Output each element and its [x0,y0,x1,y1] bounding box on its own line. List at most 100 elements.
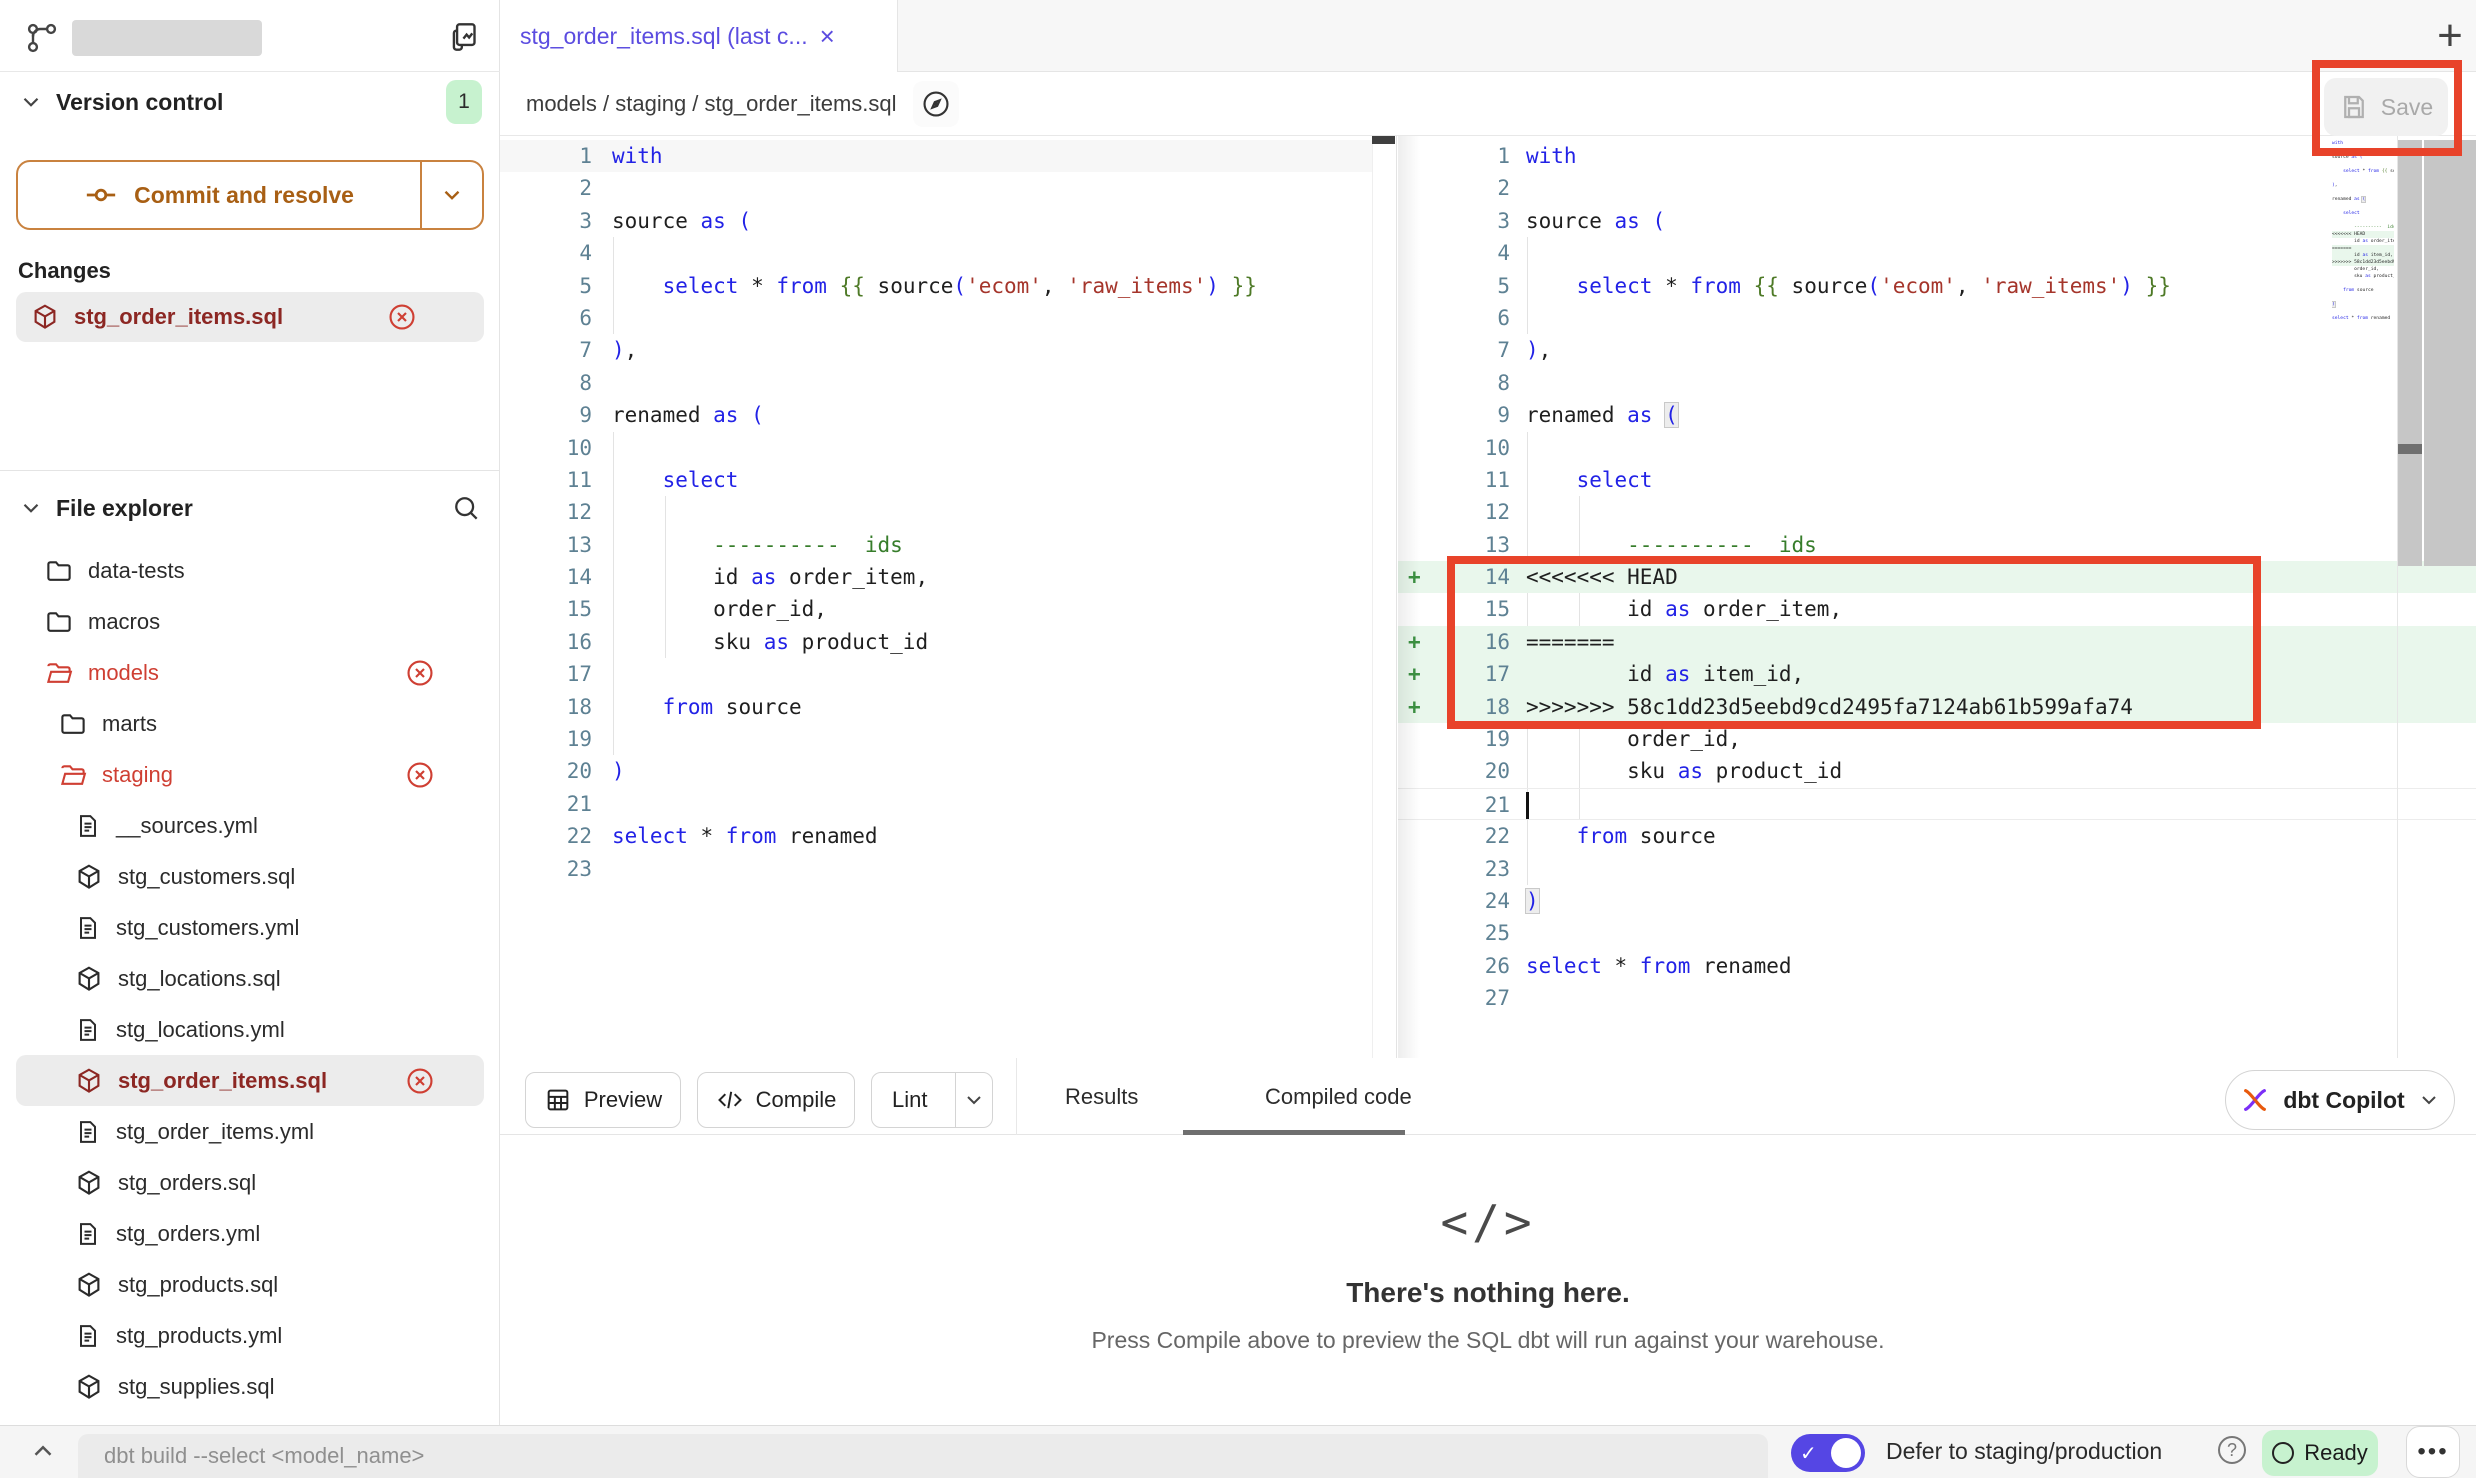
code-line-7: 7), [1398,334,2476,366]
code-line-2: 2 [500,172,1396,204]
file-explorer-title: File explorer [56,495,193,522]
help-icon[interactable]: ? [2218,1436,2246,1464]
command-placeholder: dbt build --select <model_name> [104,1443,424,1469]
lineage-compass-icon[interactable] [913,81,959,127]
file-tree-item-stg-orders-yml[interactable]: stg_orders.yml [16,1208,484,1259]
changed-file-item[interactable]: stg_order_items.sql [16,292,484,342]
window-scrollbar[interactable] [2424,140,2476,566]
tab-stg-order-items[interactable]: stg_order_items.sql (last c... × [500,0,898,72]
code-line-6: 6 [1398,302,2476,334]
tab-compiled-code[interactable]: Compiled code [1265,1058,1412,1135]
version-control-title: Version control [56,89,223,116]
model-icon [74,1066,104,1096]
doc-icon [74,914,102,942]
code-line-22: 22select * from renamed [500,820,1396,852]
code-line-24: 24) [1398,885,2476,917]
code-line-12: 12 [1398,496,2476,528]
code-pane-original[interactable]: 1with23source as (45 select * from {{ so… [500,136,1397,1058]
file-tree-item-models[interactable]: models [16,647,484,698]
defer-toggle[interactable]: ✓ [1791,1434,1865,1472]
save-label: Save [2381,94,2433,121]
empty-state-description: Press Compile above to preview the SQL d… [500,1327,2476,1354]
code-empty-icon: </> [500,1195,2476,1249]
left-pane-scrollbar[interactable] [1372,136,1396,1058]
breadcrumb: models / staging / stg_order_items.sql [526,91,897,117]
lint-button[interactable]: Lint [871,1072,993,1128]
discard-change-icon[interactable] [404,1065,436,1097]
folder-open-icon [58,760,88,790]
model-icon [74,862,104,892]
code-line-9: 9renamed as ( [500,399,1396,431]
folder-open-icon [44,658,74,688]
model-icon [74,1168,104,1198]
chevron-up-icon[interactable] [28,1436,58,1466]
status-badge-ready: Ready [2262,1430,2378,1476]
toolbar-divider [1016,1058,1017,1135]
file-tree-item-stg-order-items-sql[interactable]: stg_order_items.sql [16,1055,484,1106]
file-tree-item-stg-customers-yml[interactable]: stg_customers.yml [16,902,484,953]
file-tree-item-stg-order-items-yml[interactable]: stg_order_items.yml [16,1106,484,1157]
file-tree-item--sources-yml[interactable]: __sources.yml [16,800,484,851]
code-line-18: +18>>>>>>> 58c1dd23d5eebd9cd2495fa7124ab… [1398,691,2476,723]
commit-and-resolve-button[interactable]: Commit and resolve [16,160,484,230]
git-branch-icon [24,20,60,56]
file-tree-item-stg-products-sql[interactable]: stg_products.sql [16,1259,484,1310]
chevron-down-icon[interactable] [18,89,44,115]
editor-scrollbar-thumb[interactable] [2398,444,2422,454]
code-line-15: 15 id as order_item, [1398,593,2476,625]
code-line-17: 17 [500,658,1396,690]
file-tree-item-stg-locations-yml[interactable]: stg_locations.yml [16,1004,484,1055]
code-line-14: +14<<<<<<< HEAD [1398,561,2476,593]
file-tree-item-data-tests[interactable]: data-tests [16,545,484,596]
copilot-chevron-icon [2417,1088,2441,1112]
chevron-down-icon[interactable] [18,495,44,521]
code-pane-conflict[interactable]: 1with23source as (45 select * from {{ so… [1398,136,2476,1058]
more-options-button[interactable]: ••• [2406,1426,2460,1478]
commit-dropdown-button[interactable] [420,162,482,228]
floppy-disk-icon [2339,92,2369,122]
code-line-14: 14 id as order_item, [500,561,1396,593]
file-tree-item-staging[interactable]: staging [16,749,484,800]
file-tree-item-macros[interactable]: macros [16,596,484,647]
branch-name-placeholder[interactable] [72,20,262,56]
model-cube-icon [30,302,60,332]
preview-button[interactable]: Preview [525,1072,681,1128]
minimap[interactable]: withsource as ( select * from {{ source(… [2332,140,2394,340]
commit-and-resolve-main[interactable]: Commit and resolve [18,162,420,228]
file-tree-item-marts[interactable]: marts [16,698,484,749]
editor-toolbar: Preview Compile Lint Results Compiled co… [500,1058,2476,1135]
file-tree-item-stg-products-yml[interactable]: stg_products.yml [16,1310,484,1361]
tab-close-icon[interactable]: × [820,21,835,52]
lint-label[interactable]: Lint [872,1087,943,1113]
file-tree-item-stg-orders-sql[interactable]: stg_orders.sql [16,1157,484,1208]
code-line-5: 5 select * from {{ source('ecom', 'raw_i… [1398,270,2476,302]
dbt-copilot-button[interactable]: dbt Copilot [2225,1070,2455,1130]
file-tree-item-stg-supplies-sql[interactable]: stg_supplies.sql [16,1361,484,1412]
command-input[interactable]: dbt build --select <model_name> [78,1434,1768,1478]
code-line-23: 23 [500,853,1396,885]
editor-split-view: 1with23source as (45 select * from {{ so… [500,136,2476,1058]
tab-results[interactable]: Results [1065,1058,1138,1135]
discard-change-icon[interactable] [404,759,436,791]
compile-button[interactable]: Compile [697,1072,855,1128]
lint-dropdown-chevron-icon[interactable] [955,1073,992,1127]
code-line-3: 3source as ( [1398,205,2476,237]
status-circle-icon [2272,1442,2294,1464]
discard-change-icon[interactable] [404,657,436,689]
file-explorer-header: File explorer [0,478,500,538]
editor-scrollbar[interactable] [2398,140,2422,566]
code-line-1: 1with [1398,140,2476,172]
code-line-6: 6 [500,302,1396,334]
discard-change-icon[interactable] [386,301,418,333]
file-tree-item-stg-locations-sql[interactable]: stg_locations.sql [16,953,484,1004]
copy-files-icon[interactable] [446,18,484,56]
code-line-17: +17 id as item_id, [1398,658,2476,690]
doc-icon [74,1016,102,1044]
code-line-8: 8 [1398,367,2476,399]
search-icon[interactable] [450,492,482,524]
save-button[interactable]: Save [2324,78,2448,136]
file-tree-item-stg-customers-sql[interactable]: stg_customers.sql [16,851,484,902]
code-line-25: 25 [1398,917,2476,949]
new-tab-button[interactable]: + [2420,6,2476,66]
model-icon [74,1270,104,1300]
